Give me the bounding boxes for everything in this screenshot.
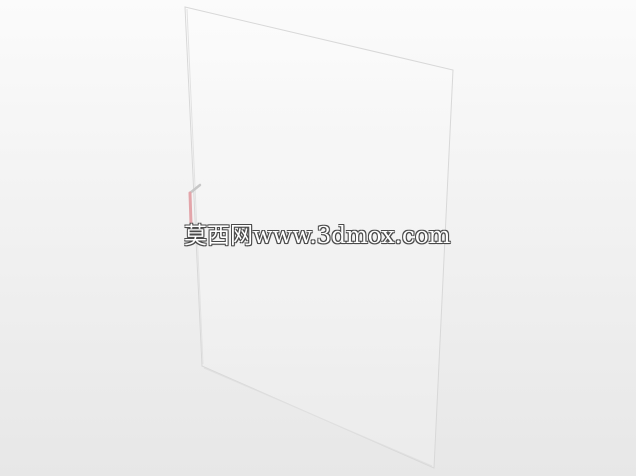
door-handle-bar [188,191,193,226]
site-watermark: 莫西网www.3dmox.com [184,223,451,249]
